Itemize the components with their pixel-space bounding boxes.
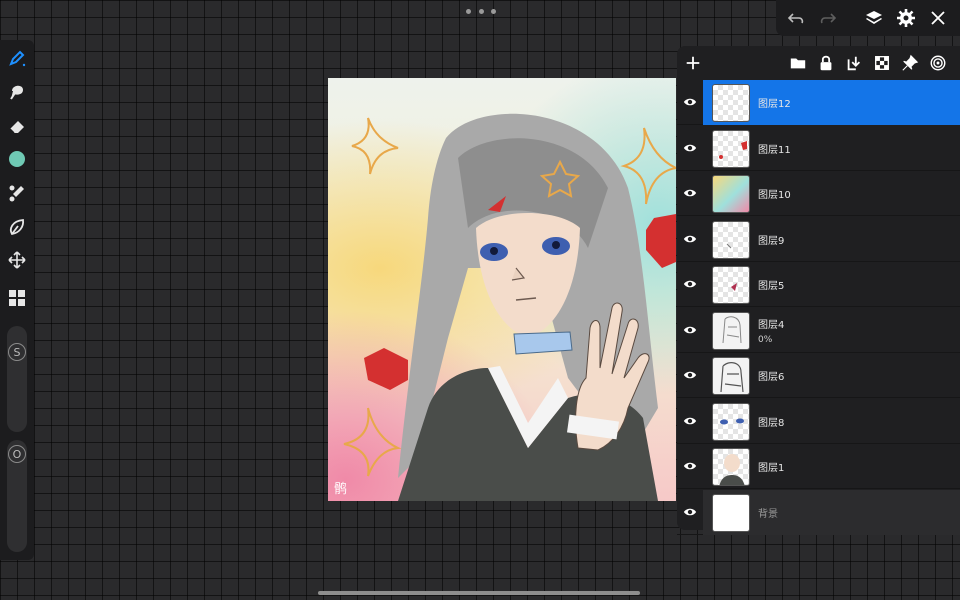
layer-row[interactable]: 图层9 bbox=[677, 217, 960, 262]
undo-icon[interactable] bbox=[784, 6, 808, 30]
layer-row[interactable]: 图层1 bbox=[677, 444, 960, 489]
layer-name: 图层1 bbox=[758, 463, 785, 474]
size-slider-handle[interactable]: S bbox=[8, 343, 26, 361]
color-swatch-icon[interactable] bbox=[5, 147, 29, 171]
layer-row[interactable]: 图层6 bbox=[677, 353, 960, 398]
opacity-slider[interactable]: O bbox=[7, 440, 27, 552]
visibility-eye-icon[interactable] bbox=[677, 80, 703, 125]
brush-icon[interactable] bbox=[5, 46, 29, 70]
layer-select[interactable]: 图层5 bbox=[703, 262, 960, 307]
checkerboard-icon[interactable] bbox=[871, 52, 893, 74]
opacity-slider-handle[interactable]: O bbox=[8, 445, 26, 463]
layer-thumbnail bbox=[712, 174, 750, 213]
visibility-eye-icon[interactable] bbox=[677, 262, 703, 307]
visibility-eye-icon[interactable] bbox=[677, 308, 703, 353]
layer-row[interactable]: 图层11 bbox=[677, 126, 960, 171]
layer-row[interactable]: 图层4 0% bbox=[677, 308, 960, 353]
artwork-illustration bbox=[343, 113, 676, 501]
visibility-eye-icon[interactable] bbox=[677, 217, 703, 262]
layer-name: 图层4 bbox=[758, 320, 785, 331]
layers-icon[interactable] bbox=[862, 6, 886, 30]
visibility-eye-icon[interactable] bbox=[677, 444, 703, 489]
radar-icon[interactable] bbox=[927, 52, 949, 74]
canvas-artwork[interactable]: 鹘 bbox=[328, 78, 676, 501]
layer-select[interactable]: 图层8 bbox=[703, 399, 960, 444]
folder-icon[interactable] bbox=[787, 52, 809, 74]
layer-name: 图层11 bbox=[758, 145, 791, 156]
home-indicator[interactable] bbox=[318, 591, 640, 595]
smudge-icon[interactable] bbox=[5, 80, 29, 104]
merge-down-icon[interactable] bbox=[843, 52, 865, 74]
layer-row[interactable]: 背景 bbox=[677, 490, 960, 535]
visibility-eye-icon[interactable] bbox=[677, 399, 703, 444]
layer-select[interactable]: 图层10 bbox=[703, 171, 960, 216]
layer-thumbnail bbox=[712, 311, 750, 350]
layer-select[interactable]: 图层11 bbox=[703, 126, 960, 171]
close-icon[interactable] bbox=[926, 6, 950, 30]
redo-icon[interactable] bbox=[816, 6, 840, 30]
layer-thumbnail bbox=[712, 402, 750, 441]
visibility-eye-icon[interactable] bbox=[677, 171, 703, 216]
top-right-bar bbox=[776, 0, 960, 36]
layer-row[interactable]: 图层12 bbox=[677, 80, 960, 125]
visibility-eye-icon[interactable] bbox=[677, 490, 703, 535]
layer-name: 图层6 bbox=[758, 372, 785, 383]
add-layer-icon[interactable] bbox=[682, 52, 704, 74]
layers-panel: 图层12 图层11 图层10 图层9 图层5 图层4 0% 图层6 图层8 图层… bbox=[677, 46, 960, 535]
layer-thumbnail bbox=[712, 493, 750, 532]
layer-select[interactable]: 图层4 0% bbox=[703, 308, 960, 353]
layer-name: 图层5 bbox=[758, 281, 785, 292]
layer-select[interactable]: 图层6 bbox=[703, 353, 960, 398]
layer-name: 图层8 bbox=[758, 418, 785, 429]
layer-thumbnail bbox=[712, 356, 750, 395]
layer-opacity-label: 0% bbox=[758, 335, 773, 345]
lock-icon[interactable] bbox=[815, 52, 837, 74]
layers-panel-header bbox=[677, 46, 960, 80]
artist-signature: 鹘 bbox=[334, 482, 348, 497]
layer-thumbnail bbox=[712, 220, 750, 259]
layer-thumbnail bbox=[712, 129, 750, 168]
layer-thumbnail bbox=[712, 265, 750, 304]
layer-name: 背景 bbox=[758, 509, 778, 520]
adjustments-icon[interactable] bbox=[5, 181, 29, 205]
pin-icon[interactable] bbox=[899, 52, 921, 74]
layer-row[interactable]: 图层8 bbox=[677, 399, 960, 444]
visibility-eye-icon[interactable] bbox=[677, 353, 703, 398]
layer-select[interactable]: 图层12 bbox=[703, 80, 960, 125]
settings-icon[interactable] bbox=[894, 6, 918, 30]
layer-name: 图层10 bbox=[758, 190, 791, 201]
eraser-icon[interactable] bbox=[5, 114, 29, 138]
layer-name: 图层12 bbox=[758, 99, 791, 110]
selection-icon[interactable] bbox=[5, 215, 29, 239]
transform-icon[interactable] bbox=[5, 248, 29, 272]
layer-thumbnail bbox=[712, 83, 750, 122]
layer-row[interactable]: 图层5 bbox=[677, 262, 960, 307]
layer-select[interactable]: 图层1 bbox=[703, 444, 960, 489]
layer-select[interactable]: 图层9 bbox=[703, 217, 960, 262]
layer-select[interactable]: 背景 bbox=[703, 490, 960, 535]
visibility-eye-icon[interactable] bbox=[677, 126, 703, 171]
layer-name: 图层9 bbox=[758, 236, 785, 247]
left-toolbar: S O bbox=[0, 40, 34, 560]
layer-row[interactable]: 图层10 bbox=[677, 171, 960, 216]
layers-grid-icon[interactable] bbox=[5, 286, 29, 310]
layer-thumbnail bbox=[712, 447, 750, 486]
more-options-dots[interactable] bbox=[466, 4, 496, 18]
brush-size-slider[interactable]: S bbox=[7, 326, 27, 432]
